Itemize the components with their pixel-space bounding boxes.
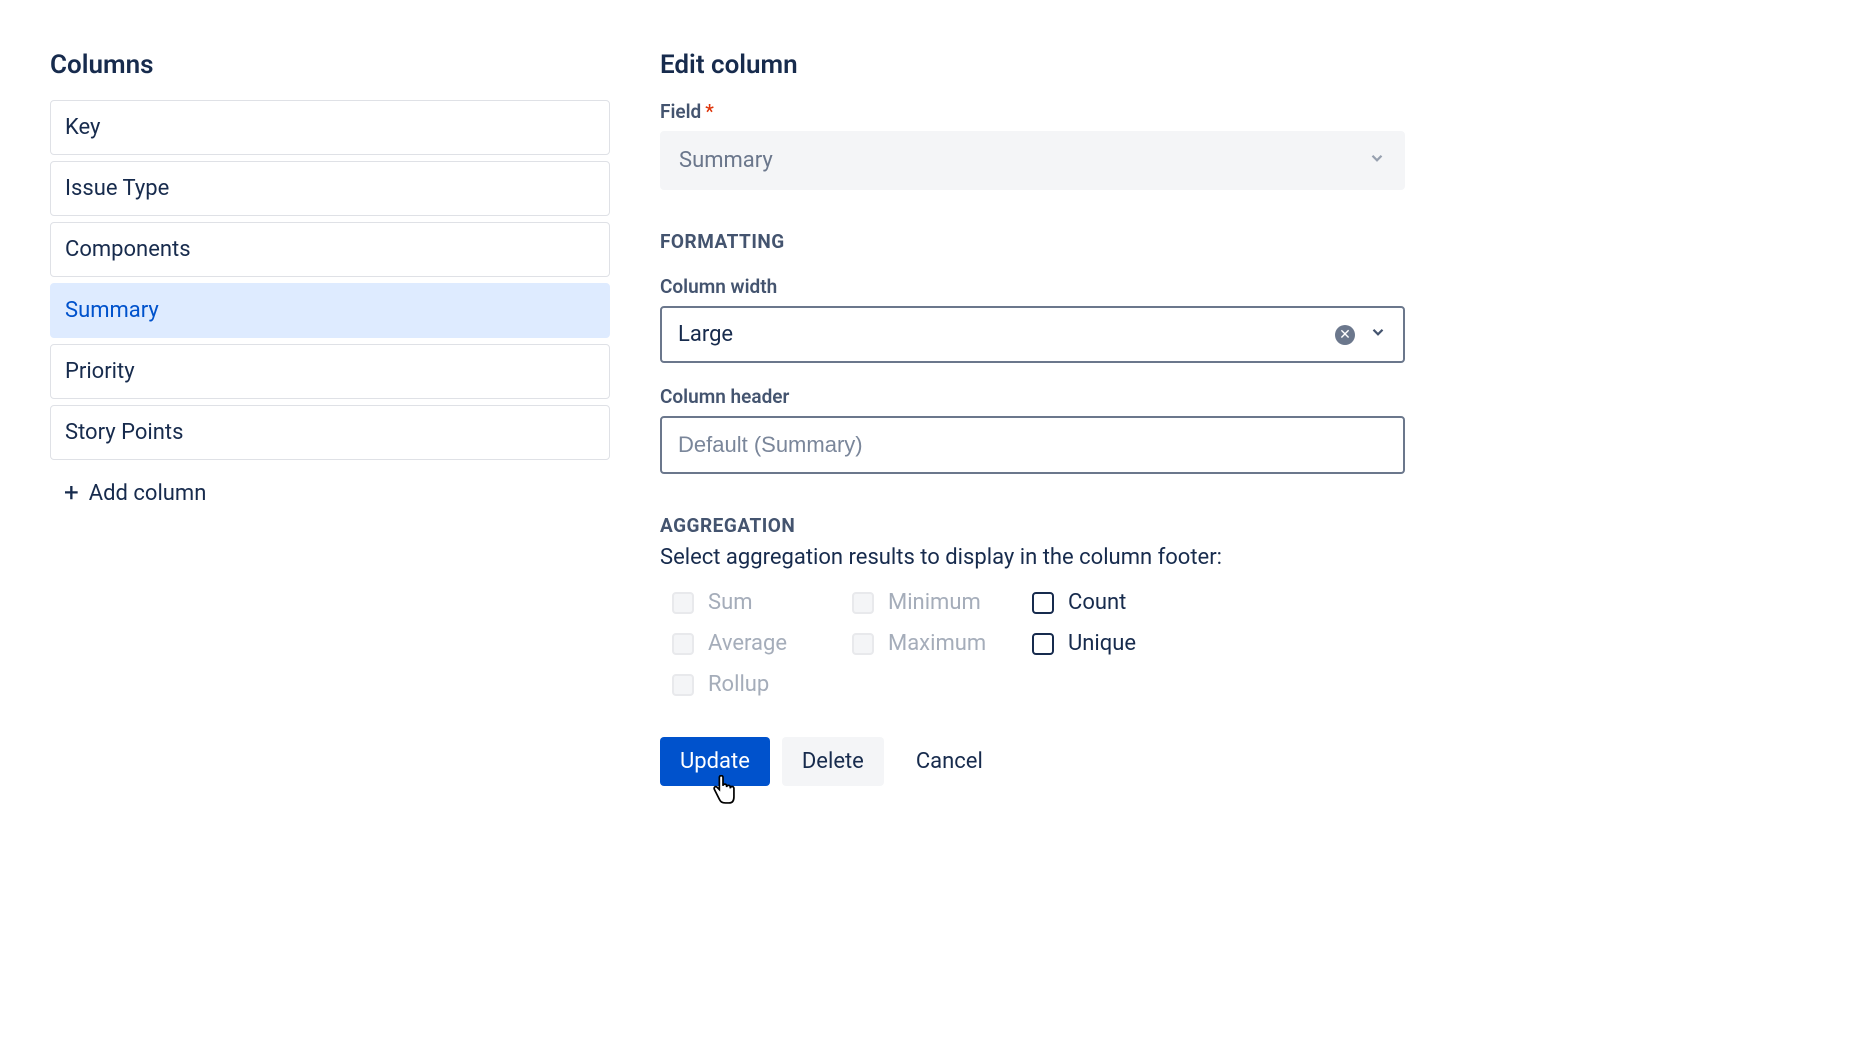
checkbox-icon: [672, 633, 694, 655]
field-select-value: Summary: [679, 148, 773, 173]
column-item-summary[interactable]: Summary: [50, 283, 610, 338]
edit-column-title: Edit column: [660, 50, 1405, 80]
column-header-label: Column header: [660, 385, 1405, 408]
column-item-label: Key: [65, 115, 100, 140]
chevron-down-icon: [1368, 148, 1386, 173]
column-item-label: Components: [65, 237, 191, 262]
column-width-value: Large: [678, 322, 733, 347]
column-item-priority[interactable]: Priority: [50, 344, 610, 399]
column-header-input[interactable]: [660, 416, 1405, 474]
field-select[interactable]: Summary: [660, 131, 1405, 190]
column-item-issue-type[interactable]: Issue Type: [50, 161, 610, 216]
checkbox-icon: [852, 633, 874, 655]
cancel-button[interactable]: Cancel: [896, 737, 1003, 786]
chevron-down-icon[interactable]: [1369, 322, 1387, 347]
column-list: Key Issue Type Components Summary Priori…: [50, 100, 610, 460]
field-label: Field*: [660, 100, 1405, 123]
aggregation-description: Select aggregation results to display in…: [660, 545, 1405, 570]
column-width-label: Column width: [660, 275, 1405, 298]
aggregation-maximum: Maximum: [852, 631, 1032, 656]
add-column-button[interactable]: + Add column: [50, 466, 610, 520]
aggregation-section-label: AGGREGATION: [660, 514, 1405, 537]
aggregation-unique[interactable]: Unique: [1032, 631, 1212, 656]
checkbox-icon: [672, 674, 694, 696]
aggregation-minimum: Minimum: [852, 590, 1032, 615]
clear-icon[interactable]: ✕: [1335, 325, 1355, 345]
aggregation-count[interactable]: Count: [1032, 590, 1212, 615]
aggregation-options: Sum Minimum Count Average Maximum Unique: [672, 590, 1405, 697]
plus-icon: +: [64, 480, 79, 506]
columns-panel: Columns Key Issue Type Components Summar…: [50, 50, 610, 786]
column-item-label: Summary: [65, 298, 159, 323]
action-buttons: Update Delete Cancel: [660, 737, 1405, 786]
column-item-story-points[interactable]: Story Points: [50, 405, 610, 460]
required-star: *: [705, 100, 714, 123]
column-item-label: Story Points: [65, 420, 183, 445]
column-item-label: Issue Type: [65, 176, 169, 201]
aggregation-sum: Sum: [672, 590, 852, 615]
column-width-select[interactable]: Large ✕: [660, 306, 1405, 363]
checkbox-icon: [672, 592, 694, 614]
checkbox-icon: [1032, 633, 1054, 655]
aggregation-average: Average: [672, 631, 852, 656]
columns-title: Columns: [50, 50, 610, 80]
aggregation-rollup: Rollup: [672, 672, 852, 697]
checkbox-icon: [852, 592, 874, 614]
update-button[interactable]: Update: [660, 737, 770, 786]
edit-column-panel: Edit column Field* Summary FORMATTING Co…: [660, 50, 1405, 786]
column-item-key[interactable]: Key: [50, 100, 610, 155]
delete-button[interactable]: Delete: [782, 737, 884, 786]
add-column-label: Add column: [89, 481, 207, 506]
formatting-section-label: FORMATTING: [660, 230, 1405, 253]
column-item-label: Priority: [65, 359, 135, 384]
checkbox-icon: [1032, 592, 1054, 614]
column-item-components[interactable]: Components: [50, 222, 610, 277]
